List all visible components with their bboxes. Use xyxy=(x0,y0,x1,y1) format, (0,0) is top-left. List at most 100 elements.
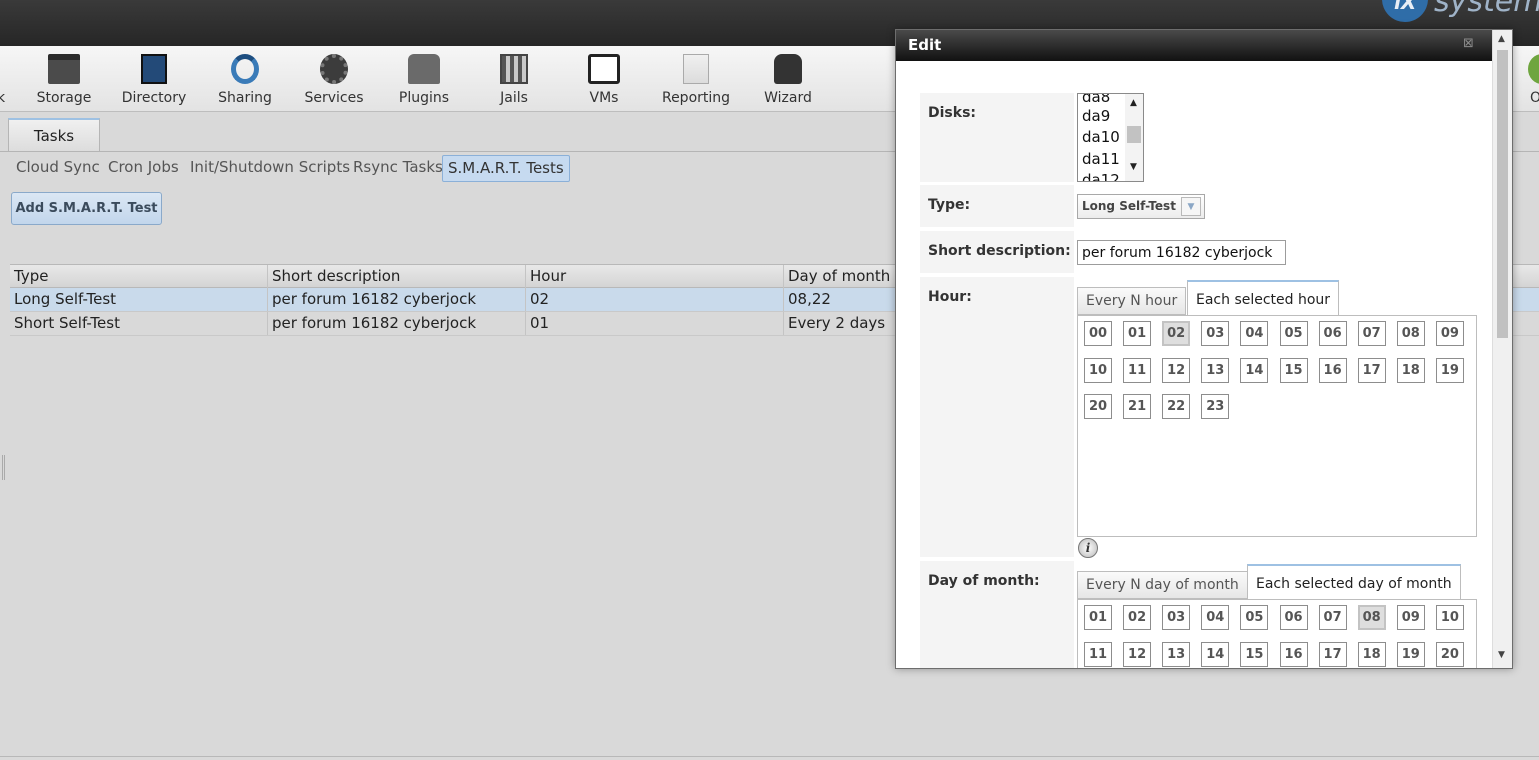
toolbar-item-label: Services xyxy=(304,90,364,106)
day-option-02[interactable]: 02 xyxy=(1123,605,1152,630)
day-option-07[interactable]: 07 xyxy=(1318,605,1347,630)
type-select-value: Long Self-Test xyxy=(1082,199,1176,213)
hour-option-14[interactable]: 14 xyxy=(1240,357,1269,383)
disk-option[interactable]: da9 xyxy=(1082,107,1110,125)
day-option-09[interactable]: 09 xyxy=(1396,605,1425,630)
hour-option-03[interactable]: 03 xyxy=(1201,321,1230,346)
hour-option-16[interactable]: 16 xyxy=(1318,357,1347,383)
day-option-16[interactable]: 16 xyxy=(1279,641,1308,667)
disk-option[interactable]: da11 xyxy=(1082,150,1120,168)
disks-select[interactable]: da8 da9 da10 da11 da12 ▲ ▼ xyxy=(1077,93,1144,182)
hour-option-22[interactable]: 22 xyxy=(1162,394,1191,420)
hour-option-00[interactable]: 00 xyxy=(1084,321,1112,346)
hour-option-12[interactable]: 12 xyxy=(1162,357,1191,383)
toolbar-item-services[interactable]: Services xyxy=(302,50,366,110)
day-option-10[interactable]: 10 xyxy=(1435,605,1464,630)
hour-label: Hour: xyxy=(920,277,1074,557)
hour-option-21[interactable]: 21 xyxy=(1123,394,1152,420)
subtab-rsync-tasks[interactable]: Rsync Tasks xyxy=(353,155,443,182)
scroll-up-icon[interactable]: ▲ xyxy=(1498,34,1505,44)
column-header-short-description[interactable]: Short description xyxy=(268,265,526,288)
toolbar-item-wizard[interactable]: Wizard xyxy=(762,50,814,110)
dialog-title: Edit xyxy=(896,30,1512,61)
type-select[interactable]: Long Self-Test ▼ xyxy=(1077,194,1205,219)
hour-option-05[interactable]: 05 xyxy=(1279,321,1308,346)
hour-option-13[interactable]: 13 xyxy=(1201,357,1230,383)
chevron-down-icon[interactable]: ▼ xyxy=(1181,197,1201,216)
cell-type: Short Self-Test xyxy=(10,312,268,335)
day-option-17[interactable]: 17 xyxy=(1318,641,1347,667)
scroll-down-icon[interactable]: ▼ xyxy=(1130,162,1137,172)
hour-option-11[interactable]: 11 xyxy=(1123,357,1152,383)
disk-option[interactable]: da8 xyxy=(1082,94,1110,106)
day-option-20[interactable]: 20 xyxy=(1435,641,1464,667)
disk-option[interactable]: da12 xyxy=(1082,171,1120,181)
scroll-up-icon[interactable]: ▲ xyxy=(1130,98,1137,108)
hour-option-23[interactable]: 23 xyxy=(1201,394,1230,420)
tab-each-selected-hour[interactable]: Each selected hour xyxy=(1187,280,1340,316)
jails-icon xyxy=(500,54,528,84)
day-option-19[interactable]: 19 xyxy=(1396,641,1425,667)
day-option-11[interactable]: 11 xyxy=(1084,641,1112,667)
day-option-13[interactable]: 13 xyxy=(1162,641,1191,667)
toolbar-item-jails[interactable]: Jails xyxy=(494,50,534,110)
close-icon[interactable]: ⊠ xyxy=(1461,36,1476,51)
day-option-03[interactable]: 03 xyxy=(1162,605,1191,630)
cell-type: Long Self-Test xyxy=(10,288,268,311)
toolbar-item-label: VMs xyxy=(589,90,619,106)
subtab-init-shutdown-scripts[interactable]: Init/Shutdown Scripts xyxy=(190,155,350,182)
toolbar-item-reporting[interactable]: Reporting xyxy=(660,50,732,110)
short-description-input[interactable] xyxy=(1077,240,1286,265)
hour-option-02[interactable]: 02 xyxy=(1162,321,1191,346)
hour-option-06[interactable]: 06 xyxy=(1318,321,1347,346)
subtab-cloud-sync[interactable]: Cloud Sync xyxy=(16,155,100,182)
day-option-08[interactable]: 08 xyxy=(1357,605,1386,630)
toolbar-item-cut[interactable]: k xyxy=(0,50,6,110)
scroll-down-icon[interactable]: ▼ xyxy=(1498,650,1505,660)
tab-every-n-hour[interactable]: Every N hour xyxy=(1077,287,1187,315)
day-option-14[interactable]: 14 xyxy=(1201,641,1230,667)
column-header-type[interactable]: Type xyxy=(10,265,268,288)
hour-option-01[interactable]: 01 xyxy=(1123,321,1152,346)
day-option-12[interactable]: 12 xyxy=(1123,641,1152,667)
hour-option-18[interactable]: 18 xyxy=(1396,357,1425,383)
toolbar-item-storage[interactable]: Storage xyxy=(34,50,94,110)
hour-option-15[interactable]: 15 xyxy=(1279,357,1308,383)
toolbar-item-vms[interactable]: VMs xyxy=(584,50,624,110)
tab-tasks[interactable]: Tasks xyxy=(8,118,100,152)
disks-scroll-thumb[interactable] xyxy=(1127,126,1141,143)
resize-handle[interactable] xyxy=(2,455,5,480)
subtab-cron-jobs[interactable]: Cron Jobs xyxy=(108,155,179,182)
subtab-smart-tests[interactable]: S.M.A.R.T. Tests xyxy=(442,155,570,182)
day-option-15[interactable]: 15 xyxy=(1240,641,1269,667)
hour-option-19[interactable]: 19 xyxy=(1435,357,1464,383)
other-icon xyxy=(1528,54,1539,84)
day-option-05[interactable]: 05 xyxy=(1240,605,1269,630)
dialog-scroll-thumb[interactable] xyxy=(1497,50,1508,338)
info-icon[interactable]: i xyxy=(1078,538,1098,558)
disks-scrollbar[interactable]: ▲ ▼ xyxy=(1125,94,1143,181)
toolbar-item-directory[interactable]: Directory xyxy=(120,50,188,110)
tab-each-selected-day-of-month[interactable]: Each selected day of month xyxy=(1247,564,1461,600)
hour-option-08[interactable]: 08 xyxy=(1396,321,1425,346)
hour-option-10[interactable]: 10 xyxy=(1084,357,1112,383)
disk-option[interactable]: da10 xyxy=(1082,128,1120,146)
toolbar-item-sharing[interactable]: Sharing xyxy=(215,50,275,110)
column-header-hour[interactable]: Hour xyxy=(526,265,784,288)
day-option-06[interactable]: 06 xyxy=(1279,605,1308,630)
hour-option-07[interactable]: 07 xyxy=(1357,321,1386,346)
toolbar-item-label: Directory xyxy=(121,90,187,106)
hour-option-20[interactable]: 20 xyxy=(1084,394,1112,420)
dialog-scrollbar[interactable]: ▲ ▼ xyxy=(1492,30,1512,668)
hour-option-09[interactable]: 09 xyxy=(1435,321,1464,346)
add-smart-test-button[interactable]: Add S.M.A.R.T. Test xyxy=(11,192,162,225)
toolbar-item-cut-right[interactable]: O xyxy=(1520,50,1539,110)
hour-option-04[interactable]: 04 xyxy=(1240,321,1269,346)
day-option-04[interactable]: 04 xyxy=(1201,605,1230,630)
tab-every-n-day-of-month[interactable]: Every N day of month xyxy=(1077,571,1248,599)
toolbar-item-label: Jails xyxy=(500,90,528,106)
toolbar-item-plugins[interactable]: Plugins xyxy=(396,50,452,110)
day-option-18[interactable]: 18 xyxy=(1357,641,1386,667)
day-option-01[interactable]: 01 xyxy=(1084,605,1112,630)
hour-option-17[interactable]: 17 xyxy=(1357,357,1386,383)
